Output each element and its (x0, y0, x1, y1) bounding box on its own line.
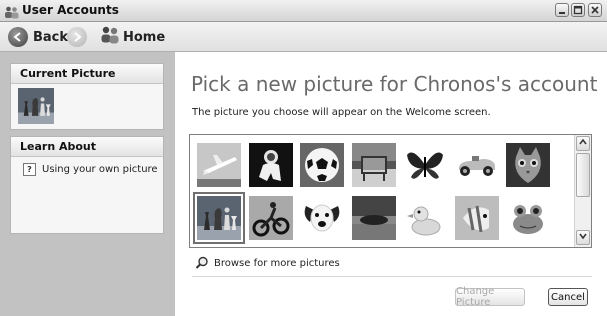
picture-soccer-ball[interactable] (300, 143, 344, 187)
chevron-up-icon (579, 138, 587, 145)
picture-beach-chair[interactable] (352, 143, 396, 187)
minimize-icon (559, 12, 565, 14)
forward-arrow-icon (67, 27, 87, 47)
scroll-up-button[interactable] (576, 136, 590, 151)
current-picture-header: Current Picture (11, 64, 163, 84)
user-accounts-icon (4, 4, 19, 19)
picture-dog[interactable] (300, 196, 344, 240)
learn-about-panel: Learn About ? Using your own picture (10, 136, 164, 234)
cancel-button[interactable]: Cancel (548, 288, 588, 306)
current-picture-chess (18, 88, 54, 124)
back-arrow-icon (8, 27, 28, 47)
picture-horses[interactable] (352, 196, 396, 240)
sidebar: Current Picture Learn About ? Using your… (0, 52, 175, 316)
title-bar: User Accounts (0, 0, 607, 22)
close-button[interactable] (588, 3, 602, 17)
picture-astronaut[interactable] (249, 143, 293, 187)
picture-chess[interactable] (193, 192, 245, 244)
maximize-button[interactable] (571, 3, 585, 17)
gallery-scrollbar[interactable] (574, 135, 591, 247)
picture-dirt-bike[interactable] (249, 196, 293, 240)
browse-link[interactable]: Browse for more pictures (195, 256, 340, 270)
main-panel: Pick a new picture for Chronos's account… (175, 52, 607, 316)
users-icon (100, 26, 120, 48)
picture-rubber-duck[interactable] (403, 196, 447, 240)
page-title: Pick a new picture for Chronos's account (191, 72, 598, 96)
magnifier-icon (195, 256, 208, 269)
picture-frog[interactable] (506, 196, 550, 240)
learn-item-using-own-picture[interactable]: ? Using your own picture (11, 157, 163, 176)
divider (192, 276, 592, 277)
minimize-button[interactable] (555, 3, 569, 17)
scroll-thumb[interactable] (576, 153, 590, 197)
chevron-down-icon (579, 233, 587, 240)
window-title: User Accounts (22, 3, 119, 17)
maximize-icon (573, 5, 583, 15)
user-accounts-window: User Accounts Back Home Current Picture … (0, 0, 607, 316)
help-icon: ? (23, 163, 36, 176)
back-label: Back (33, 29, 69, 45)
back-button[interactable]: Back (8, 25, 68, 49)
toolbar: Back Home (0, 22, 607, 52)
picture-butterfly[interactable] (403, 143, 447, 187)
picture-race-car[interactable] (455, 143, 499, 187)
forward-button[interactable] (67, 25, 87, 49)
browse-label: Browse for more pictures (214, 257, 340, 269)
home-label: Home (123, 29, 166, 45)
scroll-down-button[interactable] (576, 230, 590, 245)
current-picture-panel: Current Picture (10, 63, 164, 130)
picture-airplane[interactable] (197, 143, 241, 187)
home-button[interactable]: Home (100, 25, 165, 49)
close-icon (591, 6, 599, 14)
page-description: The picture you choose will appear on th… (192, 107, 491, 118)
picture-cat[interactable] (506, 143, 550, 187)
learn-item-label: Using your own picture (42, 164, 158, 175)
picture-gallery (189, 134, 592, 248)
change-picture-button[interactable]: Change Picture (455, 286, 525, 308)
picture-fish[interactable] (455, 196, 499, 240)
learn-about-header: Learn About (11, 137, 163, 157)
